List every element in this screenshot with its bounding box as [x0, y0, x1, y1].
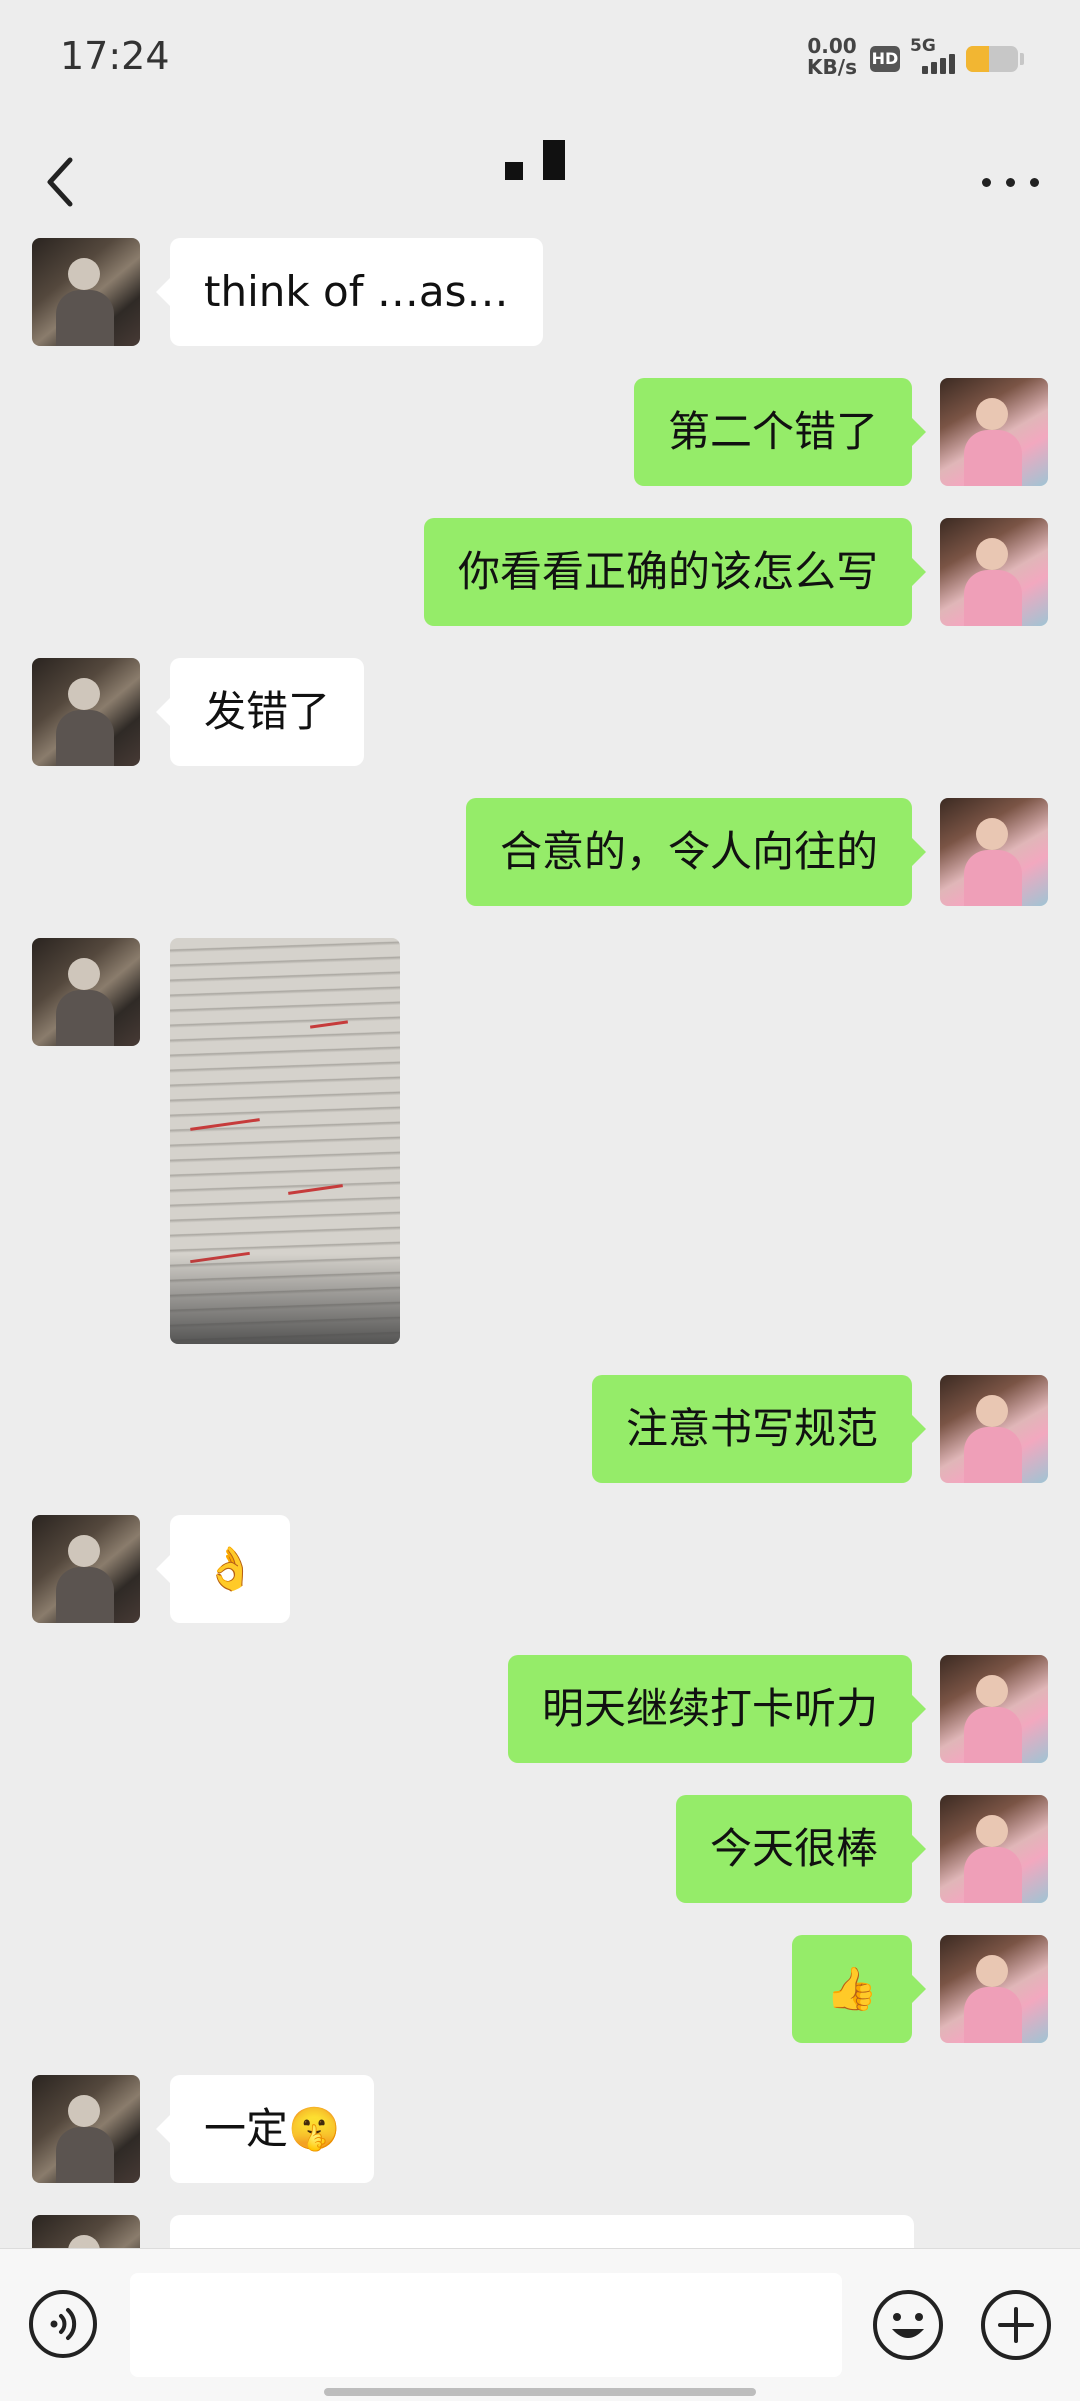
my-avatar[interactable] [940, 1655, 1048, 1763]
contact-avatar[interactable] [32, 1515, 140, 1623]
handwriting-mark [288, 1184, 343, 1195]
contact-avatar[interactable] [32, 2215, 140, 2248]
my-avatar[interactable] [940, 1375, 1048, 1483]
image-message[interactable] [170, 938, 400, 1344]
outgoing-message[interactable]: 明天继续打卡听力 [507, 1655, 927, 1763]
redacted-mark [505, 162, 523, 180]
handwriting-mark [309, 1020, 349, 1029]
my-avatar[interactable] [940, 1795, 1048, 1903]
incoming-message[interactable]: 一定🤫 [155, 2075, 375, 2183]
contact-avatar[interactable] [32, 238, 140, 346]
back-icon[interactable] [34, 142, 90, 218]
incoming-message[interactable] [170, 2215, 914, 2248]
signal-bar [922, 66, 928, 74]
input-bar [0, 2248, 1080, 2401]
incoming-message[interactable]: 发错了 [155, 658, 365, 766]
network-speed: 0.00 KB/s [800, 36, 864, 78]
outgoing-message[interactable]: 你看看正确的该怎么写 [423, 518, 927, 626]
message-list[interactable]: think of …as… 第二个错了 你看看正确的该怎么写 发错了 合意的，令… [0, 238, 1080, 2248]
status-bar: 17:24 0.00 KB/s HD 5G [0, 0, 1080, 120]
signal-bar [949, 54, 955, 74]
outgoing-message[interactable]: 第二个错了 [633, 378, 927, 486]
outgoing-message[interactable]: 👍 [791, 1935, 927, 2043]
handwriting-mark [190, 1118, 260, 1131]
network-speed-value: 0.00 [807, 34, 857, 58]
more-icon[interactable] [976, 158, 1046, 208]
my-avatar[interactable] [940, 378, 1048, 486]
status-time: 17:24 [60, 34, 170, 78]
voice-icon[interactable] [28, 2289, 98, 2359]
battery-icon [966, 46, 1018, 72]
hd-badge: HD [870, 46, 900, 72]
my-avatar[interactable] [940, 1935, 1048, 2043]
emoji-icon[interactable] [872, 2289, 944, 2361]
signal-icon: 5G [910, 36, 960, 76]
outgoing-message[interactable]: 合意的，令人向往的 [465, 798, 927, 906]
incoming-message[interactable]: 👌 [155, 1515, 291, 1623]
home-indicator[interactable] [324, 2388, 756, 2396]
incoming-message[interactable]: think of …as… [156, 238, 543, 346]
signal-bar [940, 58, 946, 74]
contact-avatar[interactable] [32, 2075, 140, 2183]
my-avatar[interactable] [940, 798, 1048, 906]
signal-label: 5G [910, 36, 936, 56]
network-speed-unit: KB/s [807, 55, 857, 79]
outgoing-message[interactable]: 今天很棒 [675, 1795, 927, 1903]
battery-tip [1020, 53, 1024, 65]
outgoing-message[interactable]: 注意书写规范 [591, 1375, 927, 1483]
redacted-mark [543, 140, 565, 180]
add-icon[interactable] [980, 2289, 1052, 2361]
signal-bar [931, 62, 937, 74]
my-avatar[interactable] [940, 518, 1048, 626]
message-input[interactable] [130, 2273, 842, 2377]
contact-avatar[interactable] [32, 938, 140, 1046]
chat-title-bar [0, 120, 1080, 238]
contact-avatar[interactable] [32, 658, 140, 766]
battery-level [966, 46, 990, 72]
